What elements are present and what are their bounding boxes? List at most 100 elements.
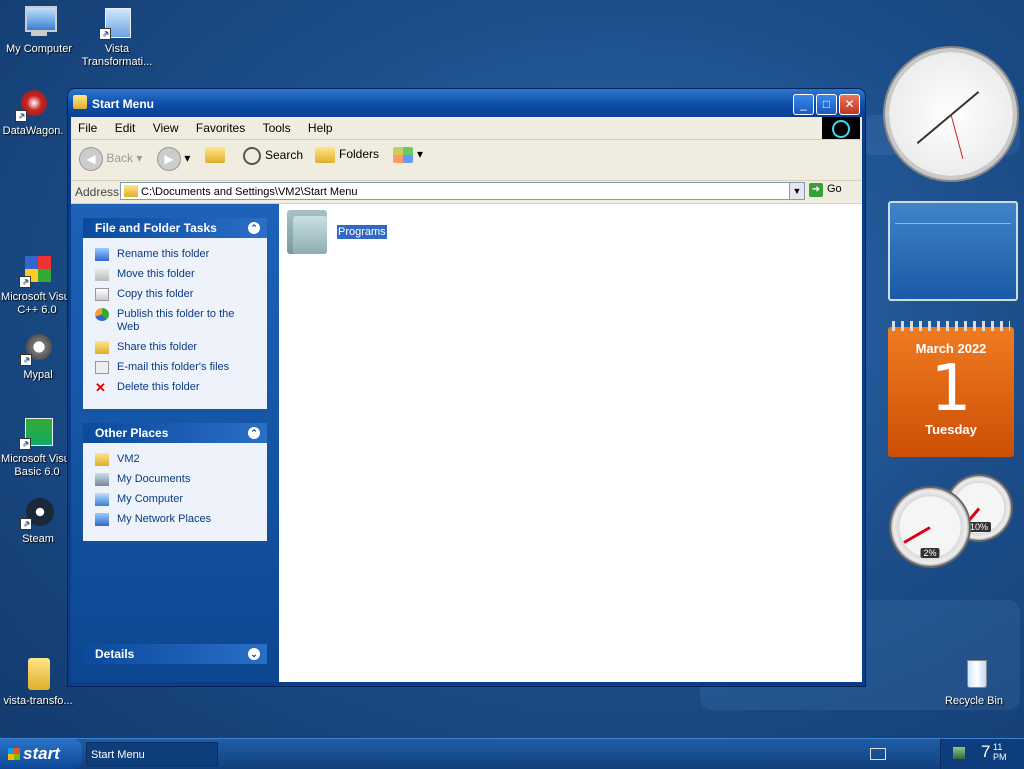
task-label: Publish this folder to the Web bbox=[117, 308, 235, 333]
close-button[interactable]: ✕ bbox=[839, 94, 860, 115]
taskbar-item-start-menu[interactable]: Start Menu bbox=[86, 742, 218, 766]
keyboard-icon[interactable] bbox=[870, 748, 886, 760]
desktop-icon-visual-cpp[interactable]: ↗ Microsoft Visu. C++ 6.0 bbox=[0, 252, 77, 317]
folders-button[interactable]: Folders bbox=[315, 147, 379, 163]
maximize-button[interactable]: □ bbox=[816, 94, 837, 115]
slideshow-gadget[interactable] bbox=[888, 201, 1018, 301]
panel-title: File and Folder Tasks bbox=[95, 221, 217, 235]
task-label: Copy this folder bbox=[117, 288, 194, 300]
task-label: Share this folder bbox=[117, 341, 198, 353]
programs-folder-icon[interactable] bbox=[287, 210, 327, 254]
title-bar[interactable]: Start Menu _ □ ✕ bbox=[68, 89, 865, 117]
place-vm2[interactable]: VM2 bbox=[95, 453, 259, 466]
shortcut-arrow-icon: ↗ bbox=[15, 110, 27, 122]
desktop-icon-my-computer[interactable]: My Computer bbox=[0, 4, 79, 56]
desktop-icon-datawagon[interactable]: ↗ DataWagon. bbox=[0, 86, 73, 138]
task-rename-folder[interactable]: Rename this folder bbox=[95, 248, 259, 261]
go-arrow-icon: ➜ bbox=[809, 183, 823, 197]
desktop-icon-label: Microsoft Visu. Basic 6.0 bbox=[1, 453, 73, 478]
menu-view[interactable]: View bbox=[146, 117, 186, 139]
start-label: start bbox=[23, 744, 60, 763]
cpu-meter-gadget[interactable]: 2% bbox=[891, 488, 969, 566]
collapse-icon[interactable]: ⌃ bbox=[248, 222, 260, 234]
clock-hour[interactable]: 7 bbox=[981, 742, 990, 762]
shortcut-arrow-icon: ↗ bbox=[99, 28, 111, 40]
start-button[interactable]: start bbox=[0, 739, 82, 769]
place-my-computer[interactable]: My Computer bbox=[95, 493, 259, 506]
folder-content-area[interactable]: Programs bbox=[279, 204, 862, 682]
desktop-icon-label: Vista Transformati... bbox=[81, 43, 153, 68]
folder-name-label[interactable]: Programs bbox=[337, 225, 387, 239]
menu-tools[interactable]: Tools bbox=[256, 117, 298, 139]
address-dropdown-button[interactable]: ▼ bbox=[789, 182, 805, 200]
views-button[interactable]: ▾ bbox=[393, 147, 423, 163]
desktop-icon-label: Mypal bbox=[23, 369, 53, 381]
menu-favorites[interactable]: Favorites bbox=[189, 117, 252, 139]
mypal-raccoon-icon: ↗ bbox=[20, 330, 56, 366]
my-documents-icon bbox=[95, 473, 109, 486]
delete-x-icon: ✕ bbox=[95, 380, 106, 395]
desktop-icon-steam[interactable]: ↗ Steam bbox=[0, 494, 78, 546]
cpu-needle bbox=[903, 526, 931, 544]
calendar-gadget[interactable]: March 2022 1 Tuesday bbox=[888, 321, 1014, 457]
desktop-icon-label: My Computer bbox=[5, 43, 73, 55]
panel-header[interactable]: Details ⌄ bbox=[83, 644, 267, 664]
address-label: Address bbox=[75, 185, 120, 199]
menu-bar: File Edit View Favorites Tools Help bbox=[71, 117, 862, 140]
clock-gadget[interactable] bbox=[889, 52, 1013, 176]
address-bar: Address C:\Documents and Settings\VM2\St… bbox=[71, 181, 862, 204]
task-label: E-mail this folder's files bbox=[117, 361, 230, 373]
place-my-documents[interactable]: My Documents bbox=[95, 473, 259, 486]
task-email-files[interactable]: E-mail this folder's files bbox=[95, 361, 259, 374]
network-tray-icon[interactable] bbox=[953, 747, 965, 759]
address-field[interactable]: C:\Documents and Settings\VM2\Start Menu bbox=[120, 182, 800, 200]
task-move-folder[interactable]: Move this folder bbox=[95, 268, 259, 281]
desktop-icon-visual-basic[interactable]: ↗ Microsoft Visu. Basic 6.0 bbox=[0, 414, 77, 479]
taskbar: start Start Menu 7 11 PM bbox=[0, 738, 1024, 769]
go-button[interactable]: ➜ Go bbox=[809, 183, 842, 197]
place-my-network-places[interactable]: My Network Places bbox=[95, 513, 259, 526]
steam-icon: ↗ bbox=[20, 494, 56, 530]
search-button[interactable]: Search bbox=[243, 147, 303, 165]
menu-file[interactable]: File bbox=[71, 117, 104, 139]
clock-ampm: PM bbox=[993, 752, 1007, 762]
up-folder-button[interactable] bbox=[205, 147, 229, 163]
desktop-icon-label: vista-transfo... bbox=[3, 695, 73, 707]
folder-icon bbox=[73, 95, 87, 109]
system-tray: 7 11 PM bbox=[940, 739, 1024, 769]
task-publish-folder[interactable]: Publish this folder to the Web bbox=[95, 308, 259, 334]
desktop-icon-mypal[interactable]: ↗ Mypal bbox=[0, 330, 78, 382]
menu-edit[interactable]: Edit bbox=[108, 117, 143, 139]
panel-header[interactable]: Other Places ⌃ bbox=[83, 423, 267, 443]
clock-minute-ampm[interactable]: 11 PM bbox=[993, 742, 1007, 762]
computer-icon bbox=[21, 4, 57, 40]
desktop-icon-label: Microsoft Visu. C++ 6.0 bbox=[1, 291, 73, 316]
collapse-icon[interactable]: ⌃ bbox=[248, 427, 260, 439]
desktop-icon-label: Recycle Bin bbox=[944, 695, 1004, 707]
task-label: Delete this folder bbox=[117, 381, 200, 393]
windows-throbber-icon bbox=[822, 117, 860, 139]
task-delete-folder[interactable]: ✕ Delete this folder bbox=[95, 381, 259, 394]
clock-minute-hand bbox=[916, 114, 952, 145]
minimize-button[interactable]: _ bbox=[793, 94, 814, 115]
menu-help[interactable]: Help bbox=[301, 117, 340, 139]
search-label: Search bbox=[265, 148, 304, 163]
back-button[interactable]: ◀ Back ▾ bbox=[79, 147, 142, 171]
clock-minute: 11 bbox=[993, 742, 1003, 752]
desktop-icon-recycle-bin[interactable]: Recycle Bin bbox=[934, 656, 1014, 708]
back-label: Back bbox=[106, 151, 134, 166]
setup-icon: ↗ bbox=[99, 4, 135, 40]
datawagon-icon: ↗ bbox=[15, 86, 51, 122]
desktop-icon-vista-transformation[interactable]: ↗ Vista Transformati... bbox=[77, 4, 157, 69]
folders-icon bbox=[315, 147, 335, 163]
forward-button[interactable]: ▶ ▾ bbox=[157, 147, 190, 171]
task-copy-folder[interactable]: Copy this folder bbox=[95, 288, 259, 301]
computer-icon bbox=[95, 493, 109, 506]
expand-icon[interactable]: ⌄ bbox=[248, 648, 260, 660]
forward-arrow-icon: ▶ bbox=[157, 147, 181, 171]
desktop-icon-vista-transfo-folder[interactable]: vista-transfo... bbox=[0, 656, 78, 708]
task-share-folder[interactable]: Share this folder bbox=[95, 341, 259, 354]
panel-header[interactable]: File and Folder Tasks ⌃ bbox=[83, 218, 267, 238]
views-icon bbox=[393, 147, 413, 163]
task-label: Rename this folder bbox=[117, 248, 210, 260]
